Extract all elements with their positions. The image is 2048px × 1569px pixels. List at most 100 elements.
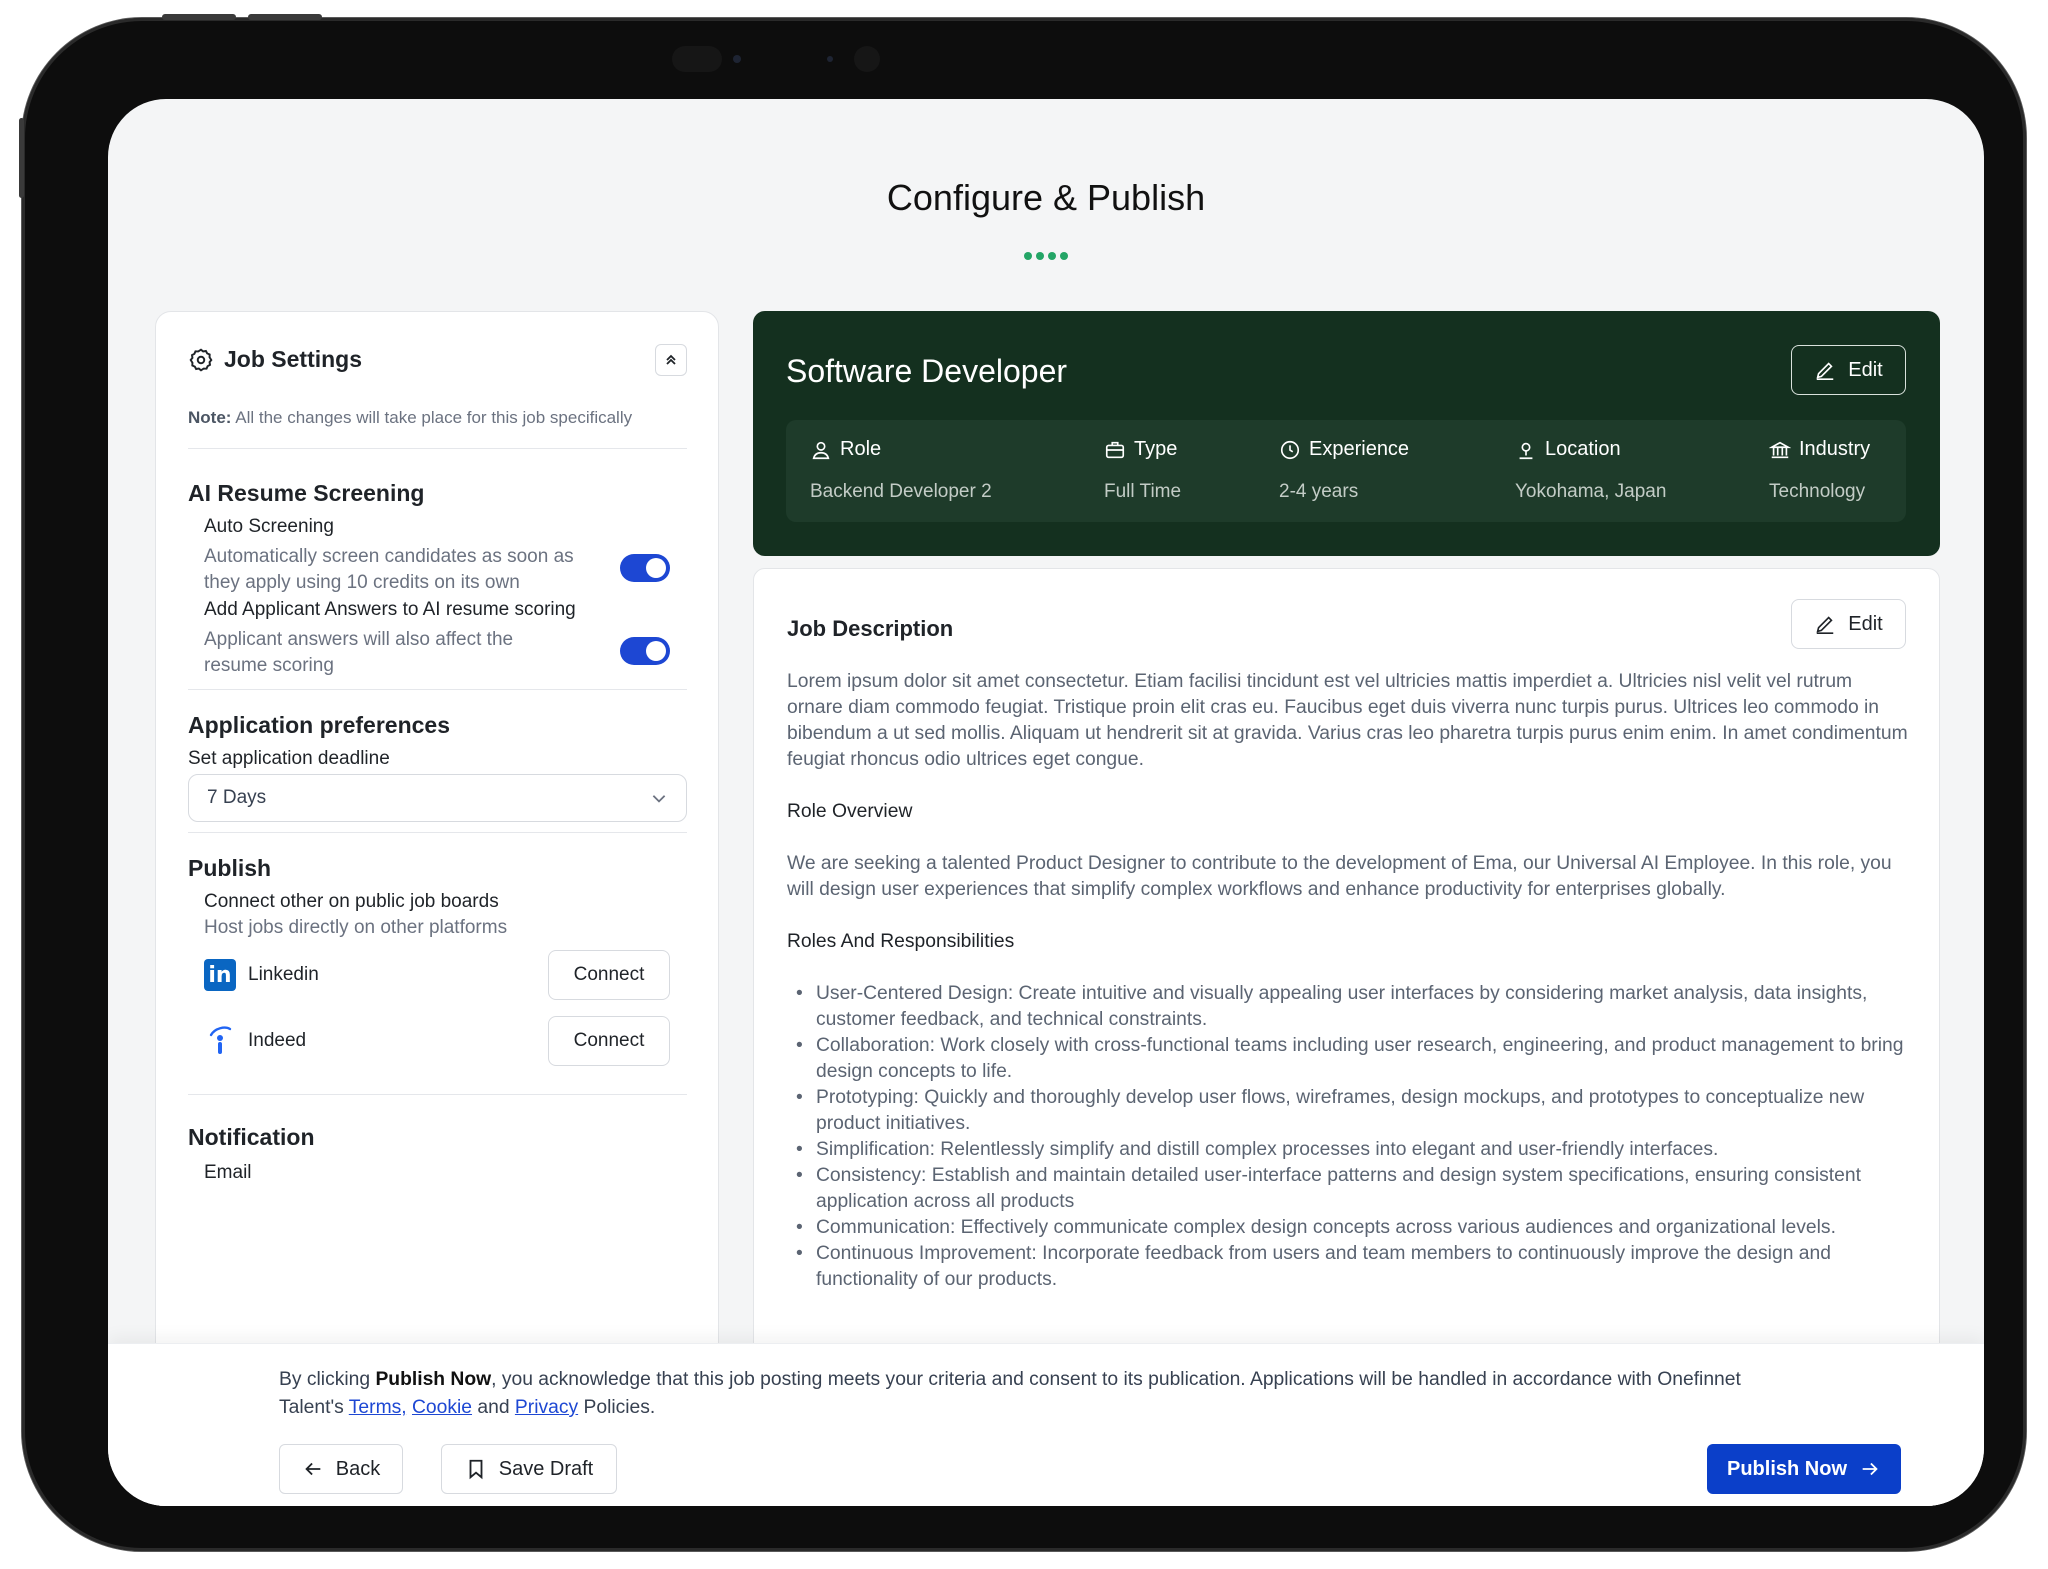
clock-icon — [1280, 440, 1300, 459]
collapse-button[interactable] — [655, 344, 687, 376]
connect-indeed-button[interactable]: Connect — [548, 1016, 670, 1066]
meta-value: Backend Developer 2 — [810, 481, 992, 502]
meta-role: Role Backend Developer 2 — [810, 438, 992, 503]
bank-icon — [1769, 441, 1791, 458]
sensor-icon — [827, 56, 833, 62]
job-settings-title: Job Settings — [224, 346, 363, 372]
save-draft-label: Save Draft — [498, 1457, 594, 1480]
pencil-icon — [1816, 362, 1834, 380]
role-overview-heading: Role Overview — [787, 801, 913, 822]
auto-screening-toggle[interactable] — [620, 554, 670, 582]
job-description-title: Job Description — [787, 616, 954, 641]
applicant-answers-toggle[interactable] — [620, 637, 670, 665]
list-item: Communication: Effectively communicate c… — [787, 1215, 1912, 1241]
consent-pre: By clicking — [279, 1369, 376, 1390]
settings-note: Note: All the changes will take place fo… — [188, 408, 632, 428]
camera-icon — [733, 55, 741, 63]
arrow-right-icon — [1862, 1462, 1878, 1476]
briefcase-icon — [1105, 441, 1125, 458]
job-description-body: Lorem ipsum dolor sit amet consectetur. … — [787, 669, 1912, 1293]
connect-linkedin-button[interactable]: Connect — [548, 950, 670, 1000]
board-name: Linkedin — [248, 964, 319, 985]
preferences-title: Application preferences — [188, 712, 451, 738]
email-label: Email — [204, 1162, 252, 1183]
publish-now-button[interactable]: Publish Now — [1707, 1444, 1901, 1494]
arrow-left-icon — [305, 1462, 321, 1476]
publish-footer: By clicking Publish Now, you acknowledge… — [108, 1343, 1984, 1506]
job-title: Software Developer — [786, 353, 1068, 389]
auto-screening-desc: Automatically screen candidates as soon … — [204, 546, 574, 593]
consent-text: By clicking Publish Now, you acknowledge… — [279, 1366, 1759, 1422]
list-item: Consistency: Establish and maintain deta… — [787, 1163, 1912, 1215]
job-summary-card: Software Developer Edit Role Backend Dev… — [753, 311, 1940, 556]
privacy-link[interactable]: Privacy — [515, 1397, 578, 1418]
consent-and: and — [477, 1397, 510, 1418]
job-settings-panel: Job Settings Note: All the changes will … — [155, 311, 719, 1506]
gear-icon — [189, 348, 213, 371]
meta-value: Full Time — [1104, 481, 1182, 502]
bookmark-icon — [469, 1459, 483, 1480]
connect-boards-desc: Host jobs directly on other platforms — [204, 917, 508, 938]
description-intro: Lorem ipsum dolor sit amet consectetur. … — [787, 671, 1908, 770]
meta-label: Location — [1545, 438, 1621, 460]
hardware-button — [248, 14, 322, 20]
cookie-link[interactable]: Cookie — [412, 1397, 472, 1418]
publish-title: Publish — [188, 855, 272, 881]
job-meta: Role Backend Developer 2 Type Full Time … — [786, 420, 1906, 522]
edit-description-button[interactable]: Edit — [1791, 599, 1906, 649]
user-icon — [812, 441, 830, 459]
terms-link[interactable]: Terms, — [349, 1397, 407, 1418]
step-indicator — [108, 247, 1984, 265]
meta-label: Industry — [1799, 438, 1871, 460]
job-settings-header: Job Settings — [188, 346, 362, 373]
edit-label: Edit — [1848, 358, 1883, 381]
divider — [188, 832, 687, 833]
deadline-select[interactable]: 7 Days — [188, 774, 687, 822]
board-name: Indeed — [248, 1030, 307, 1051]
responsibilities-heading: Roles And Responsibilities — [787, 931, 1015, 952]
tablet-frame: Configure & Publish Job Settings Note: A… — [19, 14, 2026, 1551]
meta-label: Experience — [1309, 438, 1410, 460]
save-draft-button[interactable]: Save Draft — [441, 1444, 617, 1494]
list-item: Collaboration: Work closely with cross-f… — [787, 1033, 1912, 1085]
meta-industry: Industry Technology — [1769, 438, 1870, 503]
sensor-icon — [854, 46, 880, 72]
hardware-button — [19, 118, 24, 198]
pencil-icon — [1816, 616, 1834, 634]
meta-value: Yokohama, Japan — [1515, 481, 1667, 502]
meta-type: Type Full Time — [1104, 438, 1181, 503]
list-item: Simplification: Relentlessly simplify an… — [787, 1137, 1912, 1163]
publish-now-label: Publish Now — [1727, 1457, 1847, 1480]
meta-value: Technology — [1769, 481, 1866, 502]
back-button[interactable]: Back — [279, 1444, 403, 1494]
sensor-icon — [672, 46, 722, 72]
divider — [188, 1094, 687, 1095]
notification-title: Notification — [188, 1124, 315, 1150]
meta-label: Role — [840, 438, 882, 460]
back-label: Back — [335, 1457, 381, 1480]
meta-location: Location Yokohama, Japan — [1515, 438, 1666, 503]
note-text: All the changes will take place for this… — [231, 408, 633, 427]
hardware-button — [162, 14, 236, 20]
linkedin-icon: in — [204, 959, 236, 991]
indeed-icon — [204, 1025, 236, 1057]
list-item: Continuous Improvement: Incorporate feed… — [787, 1241, 1912, 1293]
list-item: User-Centered Design: Create intuitive a… — [787, 981, 1912, 1033]
meta-label: Type — [1134, 438, 1178, 460]
note-label: Note: — [188, 408, 232, 427]
responsibilities-list: User-Centered Design: Create intuitive a… — [787, 981, 1912, 1293]
ai-screening-title: AI Resume Screening — [188, 480, 425, 506]
chevron-down-icon — [652, 795, 666, 803]
divider — [188, 448, 687, 449]
location-pin-icon — [1519, 442, 1533, 459]
applicant-answers-title: Add Applicant Answers to AI resume scori… — [204, 599, 576, 620]
edit-job-button[interactable]: Edit — [1791, 345, 1906, 395]
deadline-label: Set application deadline — [188, 748, 390, 769]
deadline-value: 7 Days — [207, 787, 267, 808]
board-row-linkedin: in Linkedin Connect — [204, 950, 670, 1000]
page-title: Configure & Publish — [886, 177, 1206, 218]
meta-value: 2-4 years — [1279, 481, 1359, 502]
meta-experience: Experience 2-4 years — [1279, 438, 1409, 503]
divider — [188, 689, 687, 690]
app-screen: Configure & Publish Job Settings Note: A… — [108, 99, 1984, 1506]
